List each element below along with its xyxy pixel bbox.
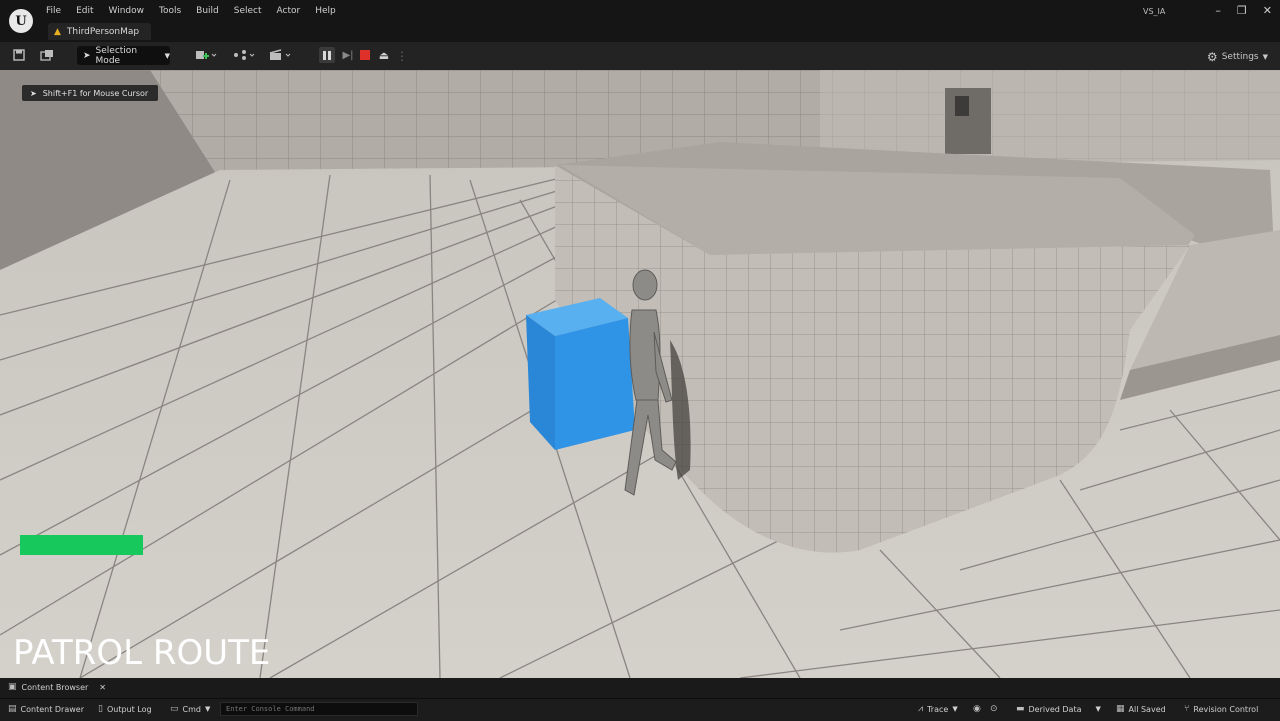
settings-label: Settings (1221, 52, 1259, 62)
minimize-button[interactable]: – (1215, 4, 1221, 17)
chevron-down-icon: ▼ (164, 51, 170, 60)
selection-mode-dropdown[interactable]: ➤ Selection Mode ▼ (77, 45, 170, 66)
folder-icon: ▣ (8, 682, 17, 692)
drawer-icon: ▤ (8, 704, 17, 714)
blueprint-icon[interactable] (232, 49, 256, 63)
cinematics-icon[interactable] (268, 49, 292, 63)
content-browser-icon[interactable] (40, 49, 54, 63)
record-icon[interactable]: ◉ (973, 704, 981, 714)
hint-label: Shift+F1 for Mouse Cursor (42, 88, 149, 98)
saved-icon: ▦ (1116, 704, 1125, 714)
mouse-cursor-hint: ➤ Shift+F1 for Mouse Cursor (22, 85, 159, 101)
close-tab-icon[interactable]: ✕ (99, 683, 106, 692)
eject-button[interactable]: ⏏ (376, 47, 392, 63)
camera-icon[interactable]: ⊙ (990, 704, 998, 714)
door (945, 88, 991, 154)
all-saved-label: All Saved (1128, 704, 1166, 714)
content-browser-tab[interactable]: ▣ Content Browser ✕ (8, 682, 106, 692)
cmd-label: Cmd (182, 704, 201, 714)
title-bar: U File Edit Window Tools Build Select Ac… (0, 0, 1280, 42)
content-drawer-button[interactable]: ▤ Content Drawer (8, 704, 84, 714)
status-bar: ▤ Content Drawer ▯ Output Log ▭ Cmd ▼ ⩘ … (0, 698, 1280, 721)
output-log-button[interactable]: ▯ Output Log (98, 704, 152, 714)
gear-icon: ⚙ (1206, 50, 1218, 64)
tab-thirdpersonmap[interactable]: ▲ ThirdPersonMap (48, 23, 152, 40)
content-browser-label: Content Browser (21, 682, 89, 692)
revision-control-button[interactable]: ⑂ Revision Control (1184, 704, 1258, 714)
menu-help[interactable]: Help (315, 6, 345, 16)
selection-mode-label: Selection Mode (95, 45, 138, 66)
output-log-label: Output Log (106, 704, 152, 714)
menu-tools[interactable]: Tools (159, 6, 190, 16)
unreal-logo[interactable]: U (9, 9, 33, 33)
terminal-icon: ▭ (170, 704, 179, 714)
level-viewport[interactable]: ➤ Shift+F1 for Mouse Cursor PATROL ROUTE (0, 70, 1280, 678)
derived-data-dropdown[interactable]: ▬ Derived Data ▼ (1016, 704, 1101, 714)
trace-dropdown[interactable]: ⩘ Trace ▼ (918, 704, 958, 714)
settings-button[interactable]: ⚙ Settings ▼ (1207, 50, 1268, 64)
menu-bar: File Edit Window Tools Build Select Acto… (46, 6, 351, 16)
save-icon[interactable] (12, 49, 26, 63)
trace-label: Trace (927, 704, 949, 714)
menu-file[interactable]: File (46, 6, 70, 16)
revision-control-icon: ⑂ (1184, 704, 1190, 714)
health-bar (20, 535, 143, 555)
main-toolbar: ➤ Selection Mode ▼ ▶| ⏏ ⋮ ⚙ Settings ▼ (0, 42, 1280, 71)
more-options-icon[interactable]: ⋮ (396, 49, 408, 63)
log-icon: ▯ (98, 704, 103, 714)
menu-build[interactable]: Build (196, 6, 228, 16)
level-warning-icon: ▲ (54, 26, 61, 37)
chevron-down-icon: ▼ (1262, 53, 1268, 61)
cursor-icon: ➤ (30, 88, 37, 98)
step-frame-button[interactable]: ▶| (340, 47, 356, 63)
blue-cube (526, 298, 635, 450)
console-command-input[interactable] (220, 702, 418, 716)
menu-edit[interactable]: Edit (76, 6, 102, 16)
project-name: VS_IA (1143, 7, 1166, 16)
game-scene (0, 70, 1280, 678)
content-drawer-label: Content Drawer (20, 704, 84, 714)
derived-data-label: Derived Data (1028, 704, 1082, 714)
menu-select[interactable]: Select (234, 6, 271, 16)
stop-button[interactable] (357, 47, 373, 63)
cmd-dropdown[interactable]: ▭ Cmd ▼ (170, 704, 210, 714)
derived-data-icon: ▬ (1016, 704, 1025, 714)
chevron-down-icon: ▼ (1095, 705, 1101, 713)
add-actor-icon[interactable] (194, 49, 218, 63)
menu-window[interactable]: Window (109, 6, 154, 16)
menu-actor[interactable]: Actor (277, 6, 310, 16)
maximize-button[interactable]: ❐ (1237, 4, 1247, 17)
all-saved-indicator[interactable]: ▦ All Saved (1116, 704, 1166, 714)
cursor-icon: ➤ (83, 50, 91, 61)
map-tab-label: ThirdPersonMap (66, 26, 140, 37)
close-button[interactable]: ✕ (1263, 4, 1272, 17)
window-controls: – ❐ ✕ (1215, 4, 1272, 17)
patrol-route-caption: PATROL ROUTE (13, 633, 271, 673)
chevron-down-icon: ▼ (204, 705, 211, 713)
trace-icon: ⩘ (918, 704, 924, 714)
chevron-down-icon: ▼ (952, 705, 958, 713)
revision-control-label: Revision Control (1193, 704, 1259, 714)
pause-button[interactable] (319, 47, 335, 63)
bottom-tab-row: ▣ Content Browser ✕ (0, 678, 1280, 698)
